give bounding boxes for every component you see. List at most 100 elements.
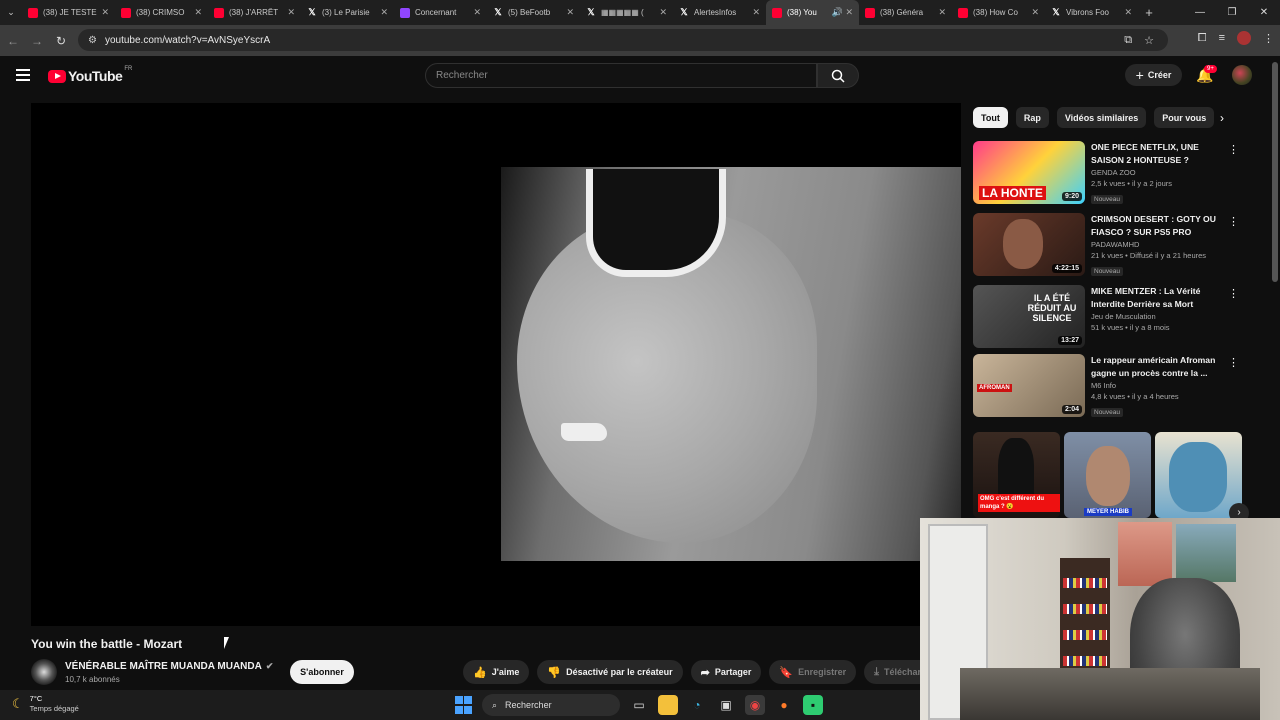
youtube-logo[interactable]: YouTube FR	[48, 66, 132, 84]
tab-close-icon[interactable]: ✕	[287, 7, 295, 18]
video-thumbnail[interactable]: AFROMAN 2:04	[973, 354, 1085, 417]
short-thumbnail[interactable]: MEYER HABIB	[1064, 432, 1151, 518]
recommended-video[interactable]: 4:22:15 CRIMSON DESERT : GOTY OU FIASCO ?…	[973, 213, 1253, 279]
profile-avatar-icon[interactable]	[1237, 31, 1251, 45]
video-thumbnail[interactable]: 4:22:15	[973, 213, 1085, 276]
windows-start-icon[interactable]	[453, 695, 473, 715]
more-options-icon[interactable]: ⋮	[1228, 287, 1239, 300]
video-thumbnail[interactable]: LA HONTE 9:20	[973, 141, 1085, 204]
install-app-icon[interactable]: ⧉	[1124, 34, 1132, 47]
recommended-channel[interactable]: M6 Info	[1091, 381, 1231, 390]
short-thumbnail[interactable]: OMG c'est différent du manga ? 😮	[973, 432, 1060, 518]
search-input[interactable]: Rechercher	[425, 63, 817, 88]
reload-icon[interactable]: ↻	[50, 34, 72, 48]
new-tab-button[interactable]: +	[1138, 5, 1160, 20]
create-button[interactable]: + Créer	[1125, 64, 1182, 86]
back-icon[interactable]: ←	[2, 34, 24, 48]
browser-tab[interactable]: (38) CRIMSO ✕	[115, 0, 208, 25]
recommended-title[interactable]: CRIMSON DESERT : GOTY OU FIASCO ? SUR PS…	[1091, 213, 1231, 238]
tab-close-icon[interactable]: ✕	[938, 7, 946, 18]
tab-close-icon[interactable]: ✕	[1124, 7, 1132, 18]
minimize-icon[interactable]: —	[1184, 0, 1216, 25]
more-options-icon[interactable]: ⋮	[1228, 356, 1239, 369]
recommended-video[interactable]: AFROMAN 2:04 Le rappeur américain Afroman …	[973, 354, 1253, 420]
forward-icon[interactable]: →	[26, 34, 48, 48]
recommended-title[interactable]: ONE PIECE NETFLIX, UNE SAISON 2 HONTEUSE…	[1091, 141, 1231, 166]
address-bar[interactable]: ⚙ youtube.com/watch?v=AvNSyeYscrA ⧉ ☆	[78, 29, 1168, 51]
video-subject-sunglasses	[586, 169, 726, 277]
tab-close-icon[interactable]: ✕	[1031, 7, 1039, 18]
tab-close-icon[interactable]: ✕	[380, 7, 388, 18]
chevron-right-icon[interactable]: ›	[1220, 111, 1224, 125]
taskbar-search[interactable]: ⌕ Rechercher	[482, 694, 620, 716]
recommended-title[interactable]: MIKE MENTZER : La Vérité Interdite Derri…	[1091, 285, 1231, 310]
channel-avatar[interactable]	[31, 659, 57, 685]
youtube-header: YouTube FR Rechercher + Créer 🔔 9+	[0, 56, 1280, 96]
tab-close-icon[interactable]: ✕	[752, 7, 760, 18]
media-controls-icon[interactable]: ≡	[1219, 32, 1225, 44]
short-thumbnail[interactable]	[1155, 432, 1242, 518]
task-view-icon[interactable]: ▭	[629, 695, 649, 715]
thumb-caption: LA HONTE	[979, 186, 1046, 200]
browser-tab[interactable]: (38) How Co ✕	[952, 0, 1045, 25]
restore-icon[interactable]: ❐	[1216, 0, 1248, 25]
browser-tab[interactable]: (38) Généra ✕	[859, 0, 952, 25]
like-button[interactable]: 👍 J'aime	[463, 660, 530, 684]
browser-tab[interactable]: 𝕏 AlertesInfos ✕	[673, 0, 766, 25]
weather-widget[interactable]: ☾ 7°C Temps dégagé	[12, 694, 79, 714]
file-explorer-icon[interactable]	[658, 695, 678, 715]
tab-close-icon[interactable]: ✕	[473, 7, 481, 18]
browser-tab[interactable]: 𝕏 Vibrons Foo ✕	[1045, 0, 1138, 25]
video-duration: 13:27	[1058, 336, 1082, 345]
edge-icon[interactable]: ◔	[687, 695, 707, 715]
more-options-icon[interactable]: ⋮	[1228, 215, 1239, 228]
tab-close-icon[interactable]: ✕	[194, 7, 202, 18]
recommended-title[interactable]: Le rappeur américain Afroman gagne un pr…	[1091, 354, 1231, 379]
browser-tab[interactable]: (38) JE TESTE ✕	[22, 0, 115, 25]
browser-tab[interactable]: Concernant ✕	[394, 0, 487, 25]
site-info-icon[interactable]: ⚙	[88, 35, 97, 46]
extensions-icon[interactable]: ⧠	[1198, 32, 1207, 45]
page-scrollbar[interactable]	[1272, 62, 1278, 282]
recommended-channel[interactable]: GENDA ZOO	[1091, 168, 1231, 177]
firefox-icon[interactable]: ●	[774, 695, 794, 715]
browser-menu-icon[interactable]: ⋮	[1263, 32, 1274, 45]
account-avatar[interactable]	[1232, 65, 1252, 85]
recommended-meta: 4,8 k vues • il y a 4 heures	[1091, 392, 1179, 401]
subscribe-button[interactable]: S'abonner	[290, 660, 354, 684]
recommended-video[interactable]: IL A ÉTÉ RÉDUIT AU SILENCE 13:27 MIKE MENT…	[973, 285, 1253, 351]
dislike-button[interactable]: 👎 Désactivé par le créateur	[537, 660, 683, 684]
filter-chip[interactable]: Pour vous	[1154, 107, 1215, 128]
recommended-video[interactable]: LA HONTE 9:20 ONE PIECE NETFLIX, UNE SAISO…	[973, 141, 1253, 207]
video-player[interactable]	[31, 103, 961, 626]
save-button[interactable]: 🔖 Enregistrer	[769, 660, 857, 684]
search-button[interactable]	[817, 63, 859, 88]
chrome-icon[interactable]: ◉	[745, 695, 765, 715]
recommended-channel[interactable]: Jeu de Musculation	[1091, 312, 1231, 321]
filter-chip[interactable]: Tout	[973, 107, 1008, 128]
tab-close-icon[interactable]: ✕	[659, 7, 667, 18]
channel-name[interactable]: VÉNÉRABLE MAÎTRE MUANDA MUANDA ✔	[65, 661, 273, 672]
browser-tab[interactable]: 𝕏 ▦▦▦▦▦ (✕	[580, 0, 673, 25]
tab-close-icon[interactable]: ✕	[566, 7, 574, 18]
close-window-icon[interactable]: ✕	[1248, 0, 1280, 25]
filter-chip[interactable]: Vidéos similaires	[1056, 107, 1147, 128]
share-button[interactable]: ➦ Partager	[690, 660, 762, 684]
store-icon[interactable]: ▣	[716, 695, 736, 715]
tab-close-icon[interactable]: 🔊 ✕	[832, 7, 853, 18]
browser-tab[interactable]: 𝕏 (3) Le Parisie ✕	[301, 0, 394, 25]
browser-tab[interactable]: (38) J'ARRÊT ✕	[208, 0, 301, 25]
browser-tab[interactable]: (38) You 🔊 ✕	[766, 0, 859, 25]
bookmark-star-icon[interactable]: ☆	[1144, 34, 1154, 47]
youtube-play-icon	[48, 69, 66, 83]
tab-search-chevron-icon[interactable]: ⌄	[0, 0, 22, 25]
thumb-caption: IL A ÉTÉ RÉDUIT AU SILENCE	[1027, 293, 1077, 323]
video-thumbnail[interactable]: IL A ÉTÉ RÉDUIT AU SILENCE 13:27	[973, 285, 1085, 348]
menu-hamburger-icon[interactable]	[16, 69, 30, 81]
filter-chip[interactable]: Rap	[1015, 107, 1049, 128]
browser-tab[interactable]: 𝕏 (5) BeFootb ✕	[487, 0, 580, 25]
app-icon[interactable]: ▪	[803, 695, 823, 715]
tab-close-icon[interactable]: ✕	[101, 7, 109, 18]
more-options-icon[interactable]: ⋮	[1228, 143, 1239, 156]
recommended-channel[interactable]: PADAWAMHD	[1091, 240, 1231, 249]
